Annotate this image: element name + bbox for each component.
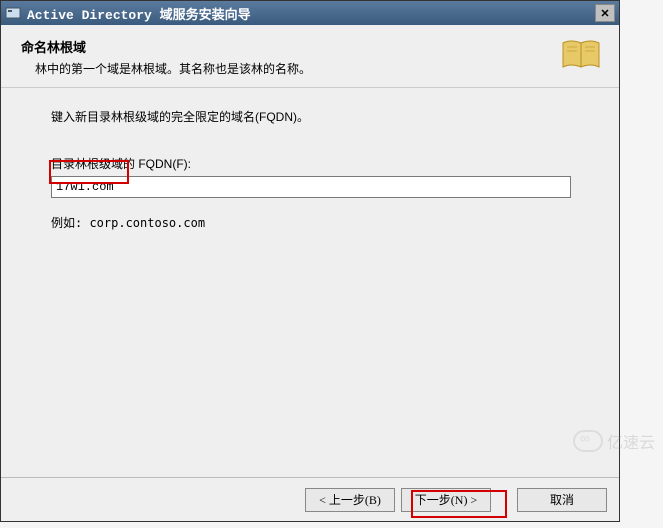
fqdn-input[interactable] <box>51 176 571 198</box>
fqdn-label: 目录林根级域的 FQDN(F): <box>51 155 579 172</box>
close-button[interactable]: ✕ <box>595 4 615 22</box>
app-icon <box>5 5 21 21</box>
titlebar: Active Directory 域服务安装向导 ✕ <box>1 1 619 25</box>
close-icon: ✕ <box>600 7 609 20</box>
wizard-content: 键入新目录林根级域的完全限定的域名(FQDN)。 目录林根级域的 FQDN(F)… <box>1 88 619 251</box>
book-icon <box>559 37 603 73</box>
title-en: Active Directory <box>27 8 160 23</box>
wizard-header: 命名林根域 林中的第一个域是林根域。其名称也是该林的名称。 <box>1 25 619 88</box>
next-button[interactable]: 下一步(N) > <box>401 488 491 512</box>
window-title: Active Directory 域服务安装向导 <box>27 4 595 23</box>
wizard-window: Active Directory 域服务安装向导 ✕ 命名林根域 林中的第一个域… <box>0 0 620 522</box>
button-bar: < 上一步(B) 下一步(N) > 取消 <box>1 477 619 521</box>
example-text: 例如: corp.contoso.com <box>51 214 579 231</box>
instruction-text: 键入新目录林根级域的完全限定的域名(FQDN)。 <box>51 108 579 125</box>
page-subtitle: 林中的第一个域是林根域。其名称也是该林的名称。 <box>35 60 311 77</box>
back-button[interactable]: < 上一步(B) <box>305 488 395 512</box>
title-cn: 域服务安装向导 <box>160 7 251 22</box>
cancel-button[interactable]: 取消 <box>517 488 607 512</box>
page-title: 命名林根域 <box>21 37 311 56</box>
